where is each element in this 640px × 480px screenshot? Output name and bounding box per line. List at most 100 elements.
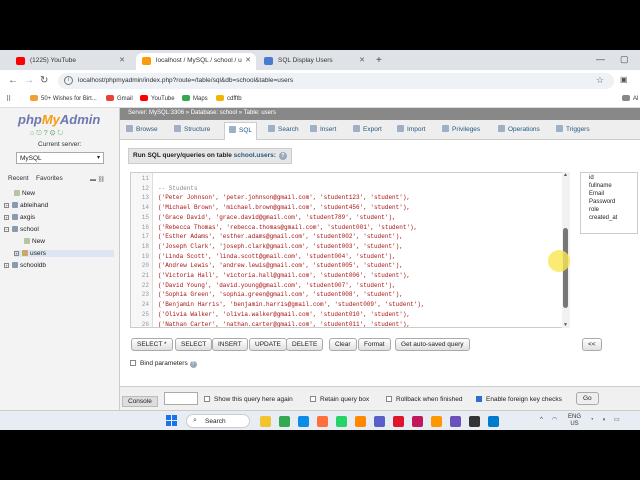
scroll-up-icon[interactable]: ▲: [563, 172, 568, 178]
breadcrumb-database[interactable]: Database: school: [191, 110, 237, 116]
collapse-all-icon[interactable]: ▬ ⛓: [90, 176, 105, 183]
column-item[interactable]: created_at: [589, 215, 617, 221]
editor-line[interactable]: 16 ('Rebecca Thomas', 'rebecca.thomas@gma…: [131, 224, 569, 234]
wifi-icon[interactable]: ◔: [590, 417, 594, 424]
bookmark-item[interactable]: Maps: [182, 95, 208, 102]
tab-import[interactable]: Import: [397, 125, 425, 133]
scroll-down-icon[interactable]: ▼: [563, 322, 568, 328]
console-toggle[interactable]: Console: [122, 396, 158, 407]
editor-line[interactable]: 26 ('Nathan Carter', 'nathan.carter@gmail…: [131, 321, 569, 328]
retain-query-box-option[interactable]: Retain query box: [310, 396, 369, 403]
reload-icon[interactable]: ↻: [57, 130, 65, 137]
column-item[interactable]: role: [589, 207, 599, 213]
foreign-key-checks-option[interactable]: Enable foreign key checks: [476, 396, 562, 403]
editor-line[interactable]: 23 ('Sophia Green', 'sophia.green@gmail.c…: [131, 291, 569, 301]
site-info-icon[interactable]: i: [64, 76, 73, 85]
tree-item-school[interactable]: − school: [4, 226, 39, 233]
rollback-option[interactable]: Rollback when finished: [386, 396, 462, 403]
bookmark-item[interactable]: 50+ Wishes for Birt...: [30, 95, 97, 102]
go-button[interactable]: Go: [576, 392, 599, 405]
run-sql-table-link[interactable]: school.users:: [234, 152, 276, 159]
sql-editor[interactable]: 11 12 -- Students 13 ('Peter Johnson', 'pete…: [130, 172, 570, 328]
firefox-icon[interactable]: [317, 416, 328, 427]
checkbox[interactable]: [386, 396, 392, 402]
bookmark-item[interactable]: cdfftb: [216, 95, 242, 102]
columns-list[interactable]: id fullname Email Password role created_…: [580, 172, 638, 234]
favorites-tab[interactable]: Favorites: [36, 175, 63, 182]
vlc-icon[interactable]: [355, 416, 366, 427]
tab-sql[interactable]: SQL: [224, 122, 258, 140]
checkbox[interactable]: [310, 396, 316, 402]
checkbox-checked[interactable]: [476, 396, 482, 402]
show-query-again-option[interactable]: Show this query here again: [204, 396, 293, 403]
tab-operations[interactable]: Operations: [498, 125, 540, 133]
windows-start-icon[interactable]: [166, 415, 178, 427]
select-button[interactable]: SELECT: [175, 338, 213, 351]
tray-chevron-icon[interactable]: ^: [540, 417, 543, 424]
apps-grid-icon[interactable]: ⠿: [6, 95, 11, 103]
breadcrumb-table[interactable]: Table: users: [244, 110, 276, 116]
column-item[interactable]: Password: [589, 199, 615, 205]
tab-browse[interactable]: Browse: [126, 125, 158, 133]
tab-youtube[interactable]: (1225) YouTube ✕: [10, 53, 130, 70]
volume-icon[interactable]: ◖: [602, 417, 606, 424]
tree-item-ableihand[interactable]: + ableihand: [4, 202, 48, 209]
vscode-icon[interactable]: [488, 416, 499, 427]
reload-icon[interactable]: ↻: [40, 75, 48, 86]
network-icon[interactable]: ◠: [552, 417, 557, 424]
maximize-icon[interactable]: ▢: [620, 54, 629, 65]
tab-insert[interactable]: Insert: [310, 125, 336, 133]
tab-sql-display-users[interactable]: SQL Display Users ✕: [258, 53, 370, 70]
checkbox[interactable]: [204, 396, 210, 402]
bookmark-star-icon[interactable]: ☆: [596, 75, 604, 86]
format-button[interactable]: Format: [358, 338, 391, 351]
chrome-icon[interactable]: [279, 416, 290, 427]
tab-structure[interactable]: Structure: [174, 125, 210, 133]
delete-button[interactable]: DELETE: [286, 338, 324, 351]
editor-line[interactable]: 15 ('Grace David', 'grace.david@gmail.com…: [131, 214, 569, 224]
recent-tab[interactable]: Recent: [8, 175, 29, 182]
tree-item-new-table[interactable]: New: [24, 238, 45, 245]
delimiter-input[interactable]: [164, 392, 198, 405]
bind-parameters-option[interactable]: Bind parameters ?: [130, 360, 197, 368]
editor-line[interactable]: 11: [131, 175, 569, 185]
terminal-icon[interactable]: [469, 416, 480, 427]
column-item[interactable]: Email: [589, 191, 604, 197]
close-icon[interactable]: ✕: [245, 56, 251, 64]
tree-item-users[interactable]: + users: [14, 250, 114, 257]
whatsapp-icon[interactable]: [336, 416, 347, 427]
collapse-icon[interactable]: −: [4, 227, 9, 232]
help-icon[interactable]: ?: [278, 152, 287, 160]
update-button[interactable]: UPDATE: [249, 338, 287, 351]
tree-item-axgis[interactable]: + axgis: [4, 214, 35, 221]
tab-search[interactable]: Search: [268, 125, 299, 133]
tree-item-schooldb[interactable]: + schooldb: [4, 262, 46, 269]
close-icon[interactable]: ✕: [359, 56, 365, 64]
back-icon[interactable]: ←: [8, 75, 18, 86]
tab-triggers[interactable]: Triggers: [556, 125, 590, 133]
expand-icon[interactable]: +: [4, 215, 9, 220]
clear-button[interactable]: Clear: [329, 338, 357, 351]
get-auto-saved-query-button[interactable]: Get auto-saved query: [395, 338, 470, 351]
editor-line[interactable]: 20 ('Andrew Lewis', 'andrew.lewis@gmail.c…: [131, 262, 569, 272]
select-star-button[interactable]: SELECT *: [131, 338, 173, 351]
expand-icon[interactable]: +: [4, 203, 9, 208]
editor-line[interactable]: 21 ('Victoria Hall', 'victoria.hall@gmail…: [131, 272, 569, 282]
extensions-icon[interactable]: ▣: [620, 75, 628, 84]
editor-line[interactable]: 25 ('Olivia Walker', 'olivia.walker@gmail…: [131, 311, 569, 321]
new-tab-icon[interactable]: +: [376, 55, 382, 66]
bookmark-item[interactable]: Gmail: [106, 95, 133, 102]
close-icon[interactable]: ✕: [119, 56, 125, 64]
teams-icon[interactable]: [374, 416, 385, 427]
breadcrumb-server[interactable]: Server: MySQL:3306: [128, 110, 184, 116]
column-item[interactable]: fullname: [589, 183, 612, 189]
editor-line[interactable]: 12 -- Students: [131, 185, 569, 195]
editor-line[interactable]: 19 ('Linda Scott', 'linda.scott@gmail.com…: [131, 253, 569, 263]
taskbar-search[interactable]: ⌕ Search: [186, 414, 250, 428]
sublime-icon[interactable]: [431, 416, 442, 427]
server-select[interactable]: MySQL ▾: [16, 152, 104, 164]
forward-icon[interactable]: →: [24, 75, 34, 86]
insert-button[interactable]: INSERT: [212, 338, 248, 351]
editor-line[interactable]: 22 ('David Young', 'david.young@gmail.com…: [131, 282, 569, 292]
minimize-icon[interactable]: —: [596, 54, 605, 64]
